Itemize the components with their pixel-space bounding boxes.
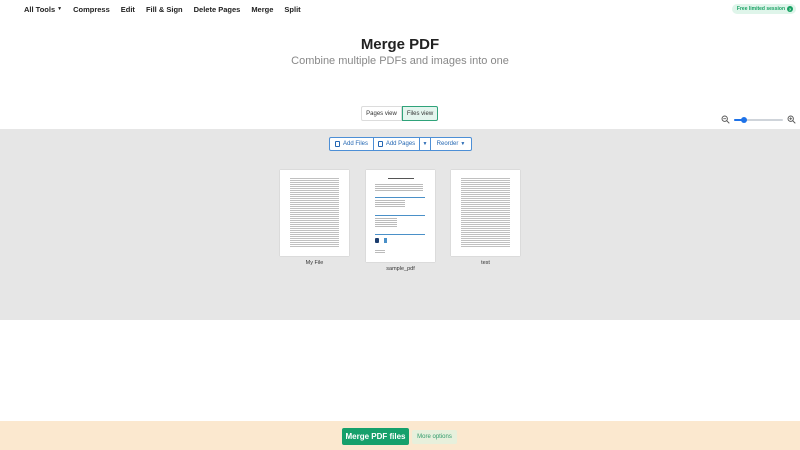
add-files-button[interactable]: Add Files <box>330 138 374 150</box>
page-subtitle: Combine multiple PDFs and images into on… <box>291 55 509 67</box>
thumb-bar <box>375 234 425 236</box>
merge-pdf-files-button[interactable]: Merge PDF files <box>342 428 409 445</box>
help-icon: ? <box>787 6 793 12</box>
page-title: Merge PDF <box>360 36 440 53</box>
text-lines <box>461 178 510 248</box>
file-name-label: sample_pdf <box>386 266 415 272</box>
thumb-text-block <box>375 250 385 253</box>
zoom-control <box>721 115 796 124</box>
zoom-slider[interactable] <box>734 116 783 123</box>
nav-fill-sign[interactable]: Fill & Sign <box>146 5 183 14</box>
nav-edit[interactable]: Edit <box>121 5 135 14</box>
badge-label: Free limited session <box>736 6 785 12</box>
thumb-image <box>384 238 387 243</box>
zoom-out-icon[interactable] <box>721 115 730 124</box>
file-thumbnail <box>451 170 520 256</box>
nav-delete-pages[interactable]: Delete Pages <box>194 5 241 14</box>
reorder-label: Reorder <box>436 141 459 147</box>
file-thumbnail <box>280 170 349 256</box>
chevron-down-icon: ▼ <box>57 6 63 12</box>
file-name-label: test <box>481 260 490 266</box>
add-pages-button[interactable]: Add Pages <box>374 138 420 150</box>
file-thumbnail <box>366 170 435 262</box>
file-name-label: My File <box>305 260 324 266</box>
nav-all-tools-label: All Tools <box>24 4 56 14</box>
text-lines <box>290 178 339 248</box>
file-toolbar: Add Files Add Pages ▼ Reorder ▼ <box>329 137 472 151</box>
thumb-bar <box>375 197 425 199</box>
thumb-text-block <box>375 200 405 208</box>
add-dropdown-button[interactable]: ▼ <box>420 138 431 150</box>
file-icon <box>334 141 340 147</box>
chevron-down-icon: ▼ <box>422 141 428 147</box>
page-icon <box>377 141 383 147</box>
nav-merge[interactable]: Merge <box>251 5 273 14</box>
add-pages-label: Add Pages <box>385 141 416 147</box>
thumb-heading <box>388 178 414 179</box>
bottom-action-bar: Merge PDF files More options <box>0 421 800 450</box>
free-session-badge[interactable]: Free limited session ? <box>731 4 796 14</box>
thumb-text-block <box>375 184 423 192</box>
pages-view-button[interactable]: Pages view <box>361 106 402 121</box>
add-files-label: Add Files <box>342 141 368 147</box>
files-view-button[interactable]: Files view <box>402 106 438 121</box>
thumb-image <box>375 238 379 243</box>
nav-compress[interactable]: Compress <box>73 5 110 14</box>
chevron-down-icon: ▼ <box>460 141 466 147</box>
zoom-in-icon[interactable] <box>787 115 796 124</box>
thumb-bar <box>375 215 425 217</box>
reorder-button[interactable]: Reorder ▼ <box>431 138 471 150</box>
file-workspace: Add Files Add Pages ▼ Reorder ▼ My File <box>0 129 800 320</box>
zoom-slider-thumb[interactable] <box>740 116 747 123</box>
more-options-button[interactable]: More options <box>412 430 457 444</box>
nav-all-tools[interactable]: All Tools ▼ <box>24 5 62 14</box>
top-nav: All Tools ▼ Compress Edit Fill & Sign De… <box>0 0 800 18</box>
nav-split[interactable]: Split <box>284 5 300 14</box>
thumb-text-block <box>375 218 397 228</box>
view-toggle: Pages view Files view <box>361 106 438 121</box>
